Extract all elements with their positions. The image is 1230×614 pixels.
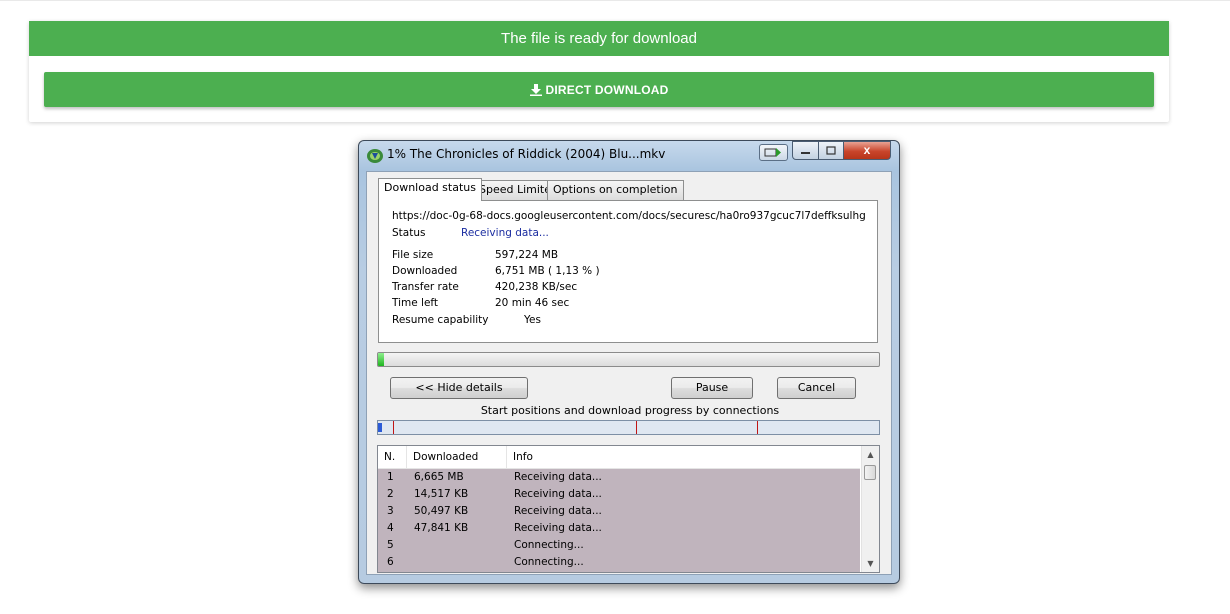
row-info: Receiving data... [514,505,602,517]
direct-download-button[interactable]: DIRECT DOWNLOAD [44,72,1154,107]
status-value: Receiving data... [461,227,549,239]
time-left-value: 20 min 46 sec [495,297,570,309]
transfer-rate-value: 420,238 KB/sec [495,281,578,293]
table-row[interactable]: 4 47,841 KB Receiving data... [378,520,860,537]
hide-details-button[interactable]: << Hide details [390,377,528,399]
row-number: 6 [387,556,394,568]
table-row[interactable]: 2 14,517 KB Receiving data... [378,486,860,503]
row-info: Connecting... [514,539,584,551]
tab-download-status[interactable]: Download status [378,178,482,201]
scroll-down-icon[interactable]: ▼ [862,555,879,572]
scrollbar-thumb[interactable] [864,465,876,480]
row-downloaded: 6,665 MB [414,471,464,483]
row-info: Receiving data... [514,471,602,483]
connection-start-marker [636,421,637,434]
row-info: Receiving data... [514,522,602,534]
close-button[interactable]: x [843,141,891,160]
scroll-up-icon[interactable]: ▲ [862,446,879,463]
cancel-button[interactable]: Cancel [777,377,856,399]
minimize-button[interactable] [792,141,819,160]
minimize-icon [801,152,810,154]
file-size-value: 597,224 MB [495,249,559,261]
download-card: The file is ready for download DIRECT DO… [29,21,1169,122]
table-header: N. Downloaded Info [378,446,860,469]
row-number: 1 [387,471,394,483]
window-title: 1% The Chronicles of Riddick (2004) Blu.… [387,147,666,161]
speed-button[interactable] [759,144,788,161]
status-label: Status [392,227,426,239]
row-downloaded: 50,497 KB [414,505,469,517]
connections-progress-bar [377,420,880,435]
row-number: 4 [387,522,394,534]
maximize-button[interactable] [818,141,844,160]
row-downloaded: 47,841 KB [414,522,469,534]
column-header-downloaded[interactable]: Downloaded [407,446,507,468]
maximize-icon [826,146,836,155]
direct-download-label: DIRECT DOWNLOAD [545,82,669,97]
speed-arrow-icon [764,148,781,157]
pause-button[interactable]: Pause [671,377,753,399]
column-header-n[interactable]: N. [378,446,407,468]
connection-start-marker [757,421,758,434]
table-body: 1 6,665 MB Receiving data... 2 14,517 KB… [378,469,860,572]
table-row[interactable]: 3 50,497 KB Receiving data... [378,503,860,520]
idm-app-icon [367,149,383,163]
connections-table[interactable]: N. Downloaded Info 1 6,665 MB Receiving … [377,445,880,573]
row-info: Connecting... [514,556,584,568]
row-number: 5 [387,539,394,551]
time-left-label: Time left [392,297,439,309]
idm-download-window: 1% The Chronicles of Riddick (2004) Blu.… [358,140,900,584]
connection-start-marker [393,421,394,434]
tab-options-on-completion[interactable]: Options on completion [547,180,684,200]
table-row[interactable]: 6 Connecting... [378,554,860,571]
file-size-label: File size [392,249,434,261]
table-scrollbar[interactable]: ▲ ▼ [861,446,879,572]
top-divider [0,0,1230,1]
connections-caption: Start positions and download progress by… [480,404,780,417]
row-number: 2 [387,488,394,500]
close-icon: x [863,143,871,157]
download-status-panel: https://doc-0g-68-docs.googleusercontent… [378,200,878,343]
connection-progress-segment [378,423,382,432]
transfer-rate-label: Transfer rate [392,281,459,293]
ready-header: The file is ready for download [29,21,1169,56]
resume-capability-value: Yes [524,314,541,326]
download-progress-fill [378,353,384,366]
window-client-area: Download status Speed Limiter Options on… [366,171,892,575]
row-number: 3 [387,505,394,517]
downloaded-value: 6,751 MB ( 1,13 % ) [495,265,600,277]
table-row[interactable]: 5 Connecting... [378,537,860,554]
downloaded-label: Downloaded [392,265,458,277]
column-header-info[interactable]: Info [507,446,860,468]
download-icon [529,83,542,96]
download-url: https://doc-0g-68-docs.googleusercontent… [392,210,866,222]
row-info: Receiving data... [514,488,602,500]
download-progress-bar [377,352,880,367]
row-downloaded: 14,517 KB [414,488,469,500]
table-row[interactable]: 1 6,665 MB Receiving data... [378,469,860,486]
resume-capability-label: Resume capability [392,314,489,326]
